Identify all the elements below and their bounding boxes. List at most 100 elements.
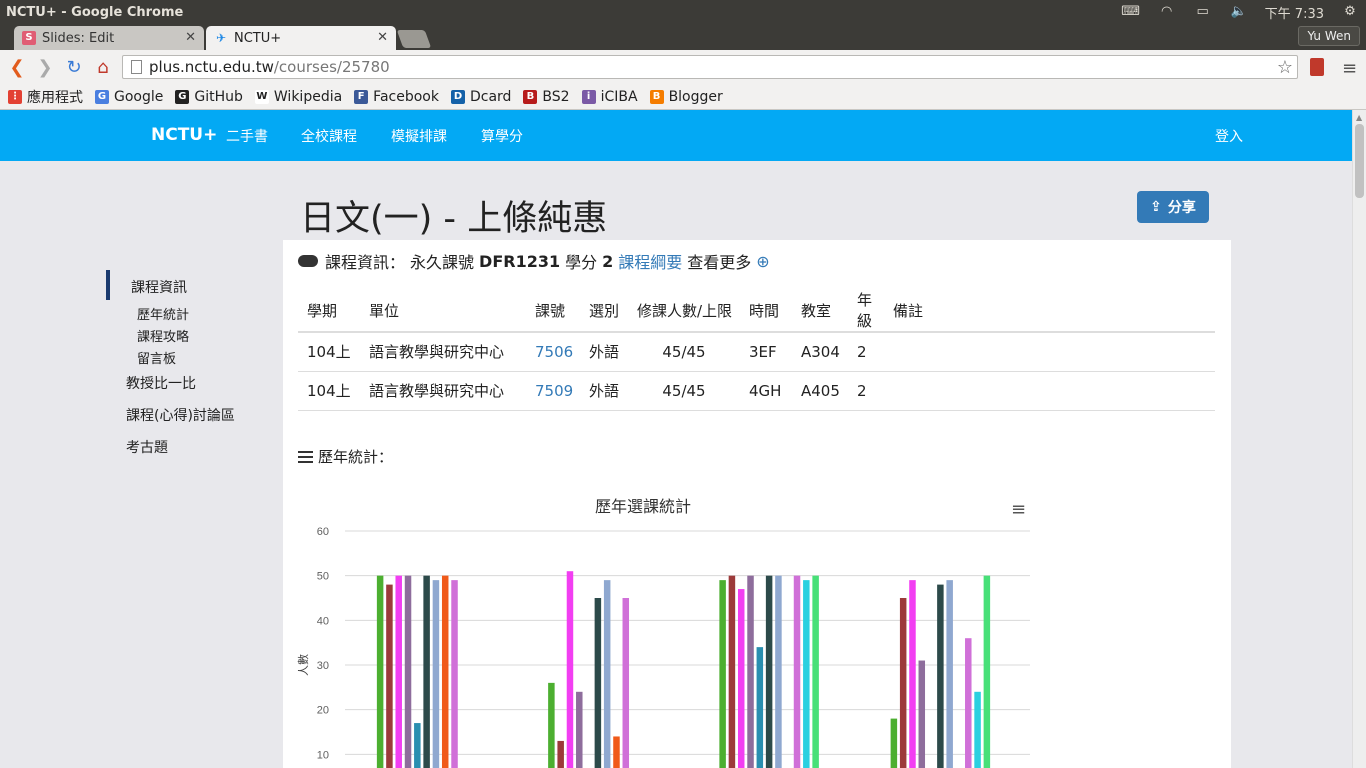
sidebar-item-compare-profs[interactable]: 教授比一比 — [126, 373, 196, 393]
chart-menu-icon[interactable]: ≡ — [1011, 499, 1026, 520]
site-navbar: NCTU+ 二手書 全校課程 模擬排課 算學分 登入 — [0, 110, 1352, 161]
chart-bar[interactable] — [622, 598, 630, 768]
see-more-link[interactable]: 查看更多 — [687, 249, 751, 273]
home-icon[interactable]: ⌂ — [92, 57, 114, 79]
chart-bar[interactable] — [793, 575, 801, 768]
sidebar-item-history-stats[interactable]: 歷年統計 — [137, 304, 189, 323]
chart-bar[interactable] — [747, 575, 754, 768]
cell-course-no-link[interactable]: 7506 — [526, 332, 580, 372]
gear-icon[interactable]: ⚙ — [1340, 5, 1360, 19]
wifi-icon[interactable]: ◠ — [1157, 5, 1177, 19]
chart-bar[interactable] — [603, 580, 611, 768]
chart-bar[interactable] — [432, 580, 440, 768]
chart-bar[interactable] — [414, 723, 421, 768]
extension-icon[interactable] — [1310, 58, 1324, 76]
bookmark-apps-grid[interactable]: ⋮ 應用程式 — [8, 87, 83, 107]
slides-favicon-icon: S — [22, 31, 36, 45]
chart-bar[interactable] — [719, 580, 726, 768]
bookmark-facebook[interactable]: F Facebook — [354, 89, 439, 105]
sidebar-item-past-exams[interactable]: 考古題 — [126, 437, 168, 457]
nav-all-courses[interactable]: 全校課程 — [301, 126, 357, 146]
chart-bar[interactable] — [613, 736, 620, 768]
menu-icon[interactable]: ≡ — [1342, 58, 1357, 79]
chart-bar[interactable] — [566, 571, 574, 768]
login-link[interactable]: 登入 — [1215, 126, 1243, 146]
nav-used-books[interactable]: 二手書 — [226, 126, 268, 146]
volume-icon[interactable]: 🔈 — [1229, 5, 1249, 19]
chart-bar[interactable] — [376, 575, 384, 768]
cell-type: 外語 — [580, 332, 628, 372]
col-time: 時間 — [740, 289, 792, 333]
bookmark-github[interactable]: G GitHub — [175, 89, 243, 105]
chart-bar[interactable] — [899, 598, 907, 768]
forward-icon[interactable]: ❯ — [34, 57, 56, 79]
bookmark-dcard[interactable]: D Dcard — [450, 89, 511, 105]
col-course-no: 課號 — [526, 289, 580, 333]
page-scrollbar[interactable]: ▲ — [1352, 110, 1366, 768]
chart-bar[interactable] — [965, 638, 972, 768]
chart-bar[interactable] — [890, 718, 898, 768]
chart-bar[interactable] — [423, 575, 430, 768]
new-tab-button[interactable] — [396, 30, 432, 48]
scroll-thumb[interactable] — [1355, 124, 1364, 198]
cell-course-no-link[interactable]: 7509 — [526, 371, 580, 411]
bookmark-google[interactable]: G Google — [95, 89, 163, 105]
cell-semester: 104上 — [298, 332, 360, 372]
chart-bar[interactable] — [775, 575, 782, 768]
back-icon[interactable]: ❮ — [6, 57, 28, 79]
address-bar[interactable]: plus.nctu.edu.tw/courses/25780 ☆ — [122, 55, 1298, 79]
chart-bar[interactable] — [937, 584, 944, 768]
col-grade: 年級 — [848, 289, 884, 333]
chart-bar[interactable] — [386, 584, 393, 768]
chart-bar[interactable] — [983, 575, 991, 768]
cell-type: 外語 — [580, 371, 628, 411]
chart-bar[interactable] — [756, 647, 764, 768]
sidebar-item-course-guide[interactable]: 課程攻略 — [137, 326, 189, 345]
chart-bar[interactable] — [395, 575, 402, 768]
url-path: /courses/25780 — [273, 58, 390, 76]
chart-bar[interactable] — [557, 740, 564, 768]
bookmark-wikipedia[interactable]: W Wikipedia — [254, 89, 342, 105]
syllabus-link[interactable]: 課程綱要 — [618, 249, 682, 273]
sidebar-item-message-board[interactable]: 留言板 — [137, 348, 176, 367]
chart-bar[interactable] — [737, 589, 745, 768]
bookmark-bs2[interactable]: B BS2 — [523, 89, 570, 105]
sidebar-item-discussion[interactable]: 課程(心得)討論區 — [126, 405, 235, 425]
chart-bar[interactable] — [803, 580, 810, 768]
chart-bar[interactable] — [974, 691, 981, 768]
tab-nctu[interactable]: ✈ NCTU+ ✕ — [206, 26, 396, 50]
chart-bar[interactable] — [918, 660, 926, 768]
chart-bar[interactable] — [404, 575, 412, 768]
os-title-bar: NCTU+ - Google Chrome ⌨ ◠ ▭ 🔈 下午 7:33 ⚙ — [0, 0, 1366, 24]
nav-credit-calc[interactable]: 算學分 — [481, 126, 523, 146]
clock[interactable]: 下午 7:33 — [1265, 3, 1324, 22]
keyboard-icon[interactable]: ⌨ — [1121, 5, 1141, 19]
chart-bar[interactable] — [441, 575, 449, 768]
chart-bar[interactable] — [576, 691, 583, 768]
zoom-in-icon[interactable]: ⊕ — [756, 252, 769, 271]
battery-icon[interactable]: ▭ — [1193, 5, 1213, 19]
chart-bar[interactable] — [946, 580, 953, 768]
chart-bar[interactable] — [812, 575, 819, 768]
sidebar-item-course-info[interactable]: 課程資訊 — [131, 277, 187, 297]
close-icon[interactable]: ✕ — [185, 30, 196, 45]
chart-bar[interactable] — [548, 682, 555, 768]
bookmark-iciba[interactable]: i iCIBA — [581, 89, 638, 105]
chart-bar[interactable] — [594, 598, 602, 768]
chart-bar[interactable] — [765, 575, 773, 768]
chart-title: 歷年選課統計 — [595, 497, 692, 516]
chart-bar[interactable] — [728, 575, 736, 768]
bookmark-blogger[interactable]: B Blogger — [649, 89, 723, 105]
nav-schedule-sim[interactable]: 模擬排課 — [391, 126, 447, 146]
brand-logo[interactable]: NCTU+ — [151, 125, 217, 145]
chart-bar[interactable] — [451, 580, 458, 768]
scroll-up-icon[interactable]: ▲ — [1356, 113, 1362, 122]
star-icon[interactable]: ☆ — [1277, 57, 1293, 78]
bookmark-label: GitHub — [194, 88, 243, 105]
share-button[interactable]: ⇪ 分享 — [1137, 191, 1209, 223]
chart-bar[interactable] — [909, 580, 916, 768]
profile-button[interactable]: Yu Wen — [1298, 26, 1360, 46]
reload-icon[interactable]: ↻ — [63, 57, 85, 79]
tab-slides[interactable]: S Slides: Edit ✕ — [14, 26, 204, 50]
close-icon[interactable]: ✕ — [377, 30, 388, 45]
